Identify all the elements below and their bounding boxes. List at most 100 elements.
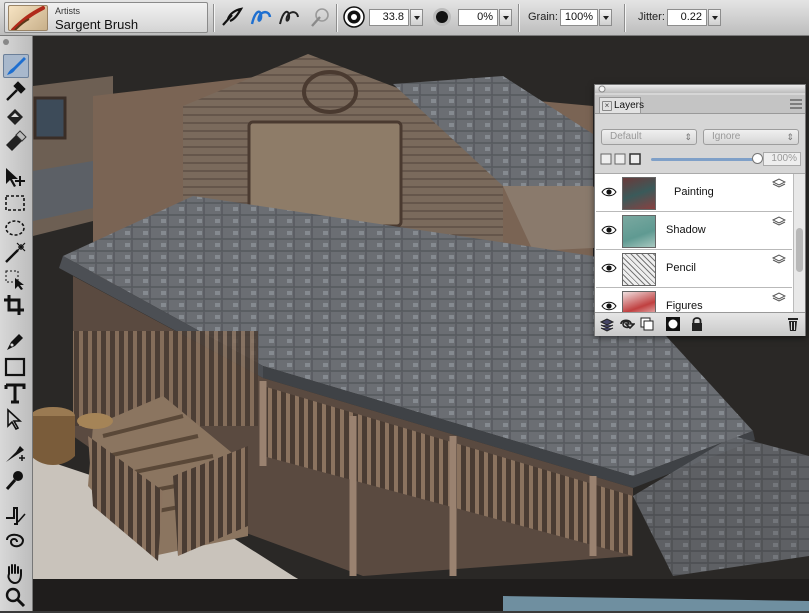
transform-tool[interactable] [3,268,29,292]
lasso-tool[interactable] [3,218,29,242]
brush-selector[interactable]: Artists Sargent Brush [4,2,208,33]
grain-label: Grain: [528,11,558,23]
layer-row[interactable]: Figures [596,288,792,312]
toolbox-grip-icon [3,39,9,45]
grabber-tool[interactable] [3,562,29,586]
eraser-icon [6,130,27,151]
brush-category-icon [8,5,48,31]
shape-selection-tool[interactable] [3,408,29,432]
layer-thumbnail [622,291,656,312]
lock-layer-icon[interactable] [689,316,705,332]
layer-name: Shadow [666,224,706,236]
opacity-slider-thumb[interactable] [751,153,763,164]
size-dropdown[interactable] [410,9,423,26]
layer-adjuster-tool[interactable] [3,166,29,190]
rectangle-shape-tool[interactable] [3,356,29,380]
layer-thumbnail [622,177,656,210]
rubber-stamp-tool[interactable] [3,468,29,492]
layer-mask-icon[interactable] [665,316,681,332]
jitter-dropdown[interactable] [708,9,721,26]
separator [213,4,215,32]
composite-depth-select[interactable]: Ignore [703,129,799,145]
min-size-dropdown[interactable] [499,9,512,26]
text-icon [4,383,26,404]
separator [336,4,338,32]
layer-thumbnail [622,215,656,248]
pen-icon [7,334,23,350]
reset-tool-icon[interactable] [308,5,332,29]
rectangle-select-tool[interactable] [3,192,29,216]
magnifier-tool[interactable] [3,586,29,610]
grain-field[interactable]: 100% [560,9,598,26]
burn-icon [6,533,25,548]
separator [518,4,520,32]
freehand-stroke-icon[interactable] [249,5,273,29]
brush-ghost-icon[interactable] [220,5,244,29]
rubber-stamp-icon [5,471,23,490]
layer-adjuster-icon [6,168,25,187]
crop-tool[interactable] [3,294,29,318]
dodge-icon [6,507,26,525]
layer-list: Painting Shadow Pencil Figures [595,173,805,312]
panel-titlebar[interactable] [595,85,805,93]
panel-close-dot-icon[interactable] [598,85,606,93]
magic-wand-icon [5,242,26,263]
min-size-icon [433,8,451,26]
tab-layers[interactable]: × Layers [599,97,645,113]
panel-menu-icon[interactable] [789,98,803,110]
tab-close-icon[interactable]: × [602,101,612,111]
layer-row[interactable]: Painting [596,174,792,212]
composite-stack-icon [772,216,786,226]
cloner-tool[interactable] [3,442,29,466]
layer-list-scrollbar[interactable] [793,174,805,312]
size-icon [343,6,365,28]
brush-icon [7,57,26,75]
layer-lock-options-icon[interactable] [600,152,644,166]
min-size-field[interactable]: 0% [458,9,498,26]
layer-name: Figures [666,300,703,312]
layer-row[interactable]: Pencil [596,250,792,288]
opacity-field[interactable]: 100% [763,152,801,166]
rectangle-select-icon [5,195,25,211]
transform-icon [5,270,24,290]
layers-panel: × Layers Default Ignore 100% Painting Sh… [594,84,806,336]
scrollbar-thumb[interactable] [796,228,803,272]
pen-tool[interactable] [3,330,29,354]
tab-layers-label: Layers [614,100,645,111]
paint-bucket-icon [7,109,23,125]
layer-row[interactable]: Shadow [596,212,792,250]
layer-commands-icon[interactable] [599,316,615,332]
brush-category-label: Artists [55,6,81,16]
dodge-tool[interactable] [3,504,29,528]
shape-selection-icon [7,408,23,431]
straight-line-stroke-icon[interactable] [277,5,301,29]
jitter-label: Jitter: [638,11,665,23]
brush-tool[interactable] [3,54,29,78]
brush-variant-label: Sargent Brush [55,17,139,32]
property-bar: Artists Sargent Brush 33.8 0% Grain: 100… [0,0,809,36]
opacity-slider-track[interactable] [651,158,757,161]
visibility-eye-icon[interactable] [601,300,617,312]
visibility-eye-icon[interactable] [601,262,617,274]
dynamic-plugins-icon[interactable] [619,316,635,332]
separator [624,4,626,32]
layer-thumbnail [622,253,656,286]
size-field[interactable]: 33.8 [369,9,409,26]
visibility-eye-icon[interactable] [601,186,617,198]
trash-icon[interactable] [785,316,801,332]
dropper-tool[interactable] [3,80,29,104]
burn-tool[interactable] [3,530,29,554]
paint-bucket-tool[interactable] [3,106,29,130]
magic-wand-tool[interactable] [3,242,29,266]
composite-method-select[interactable]: Default [601,129,697,145]
composite-stack-icon [772,254,786,264]
text-tool[interactable] [3,382,29,406]
eraser-tool[interactable] [3,130,29,154]
crop-icon [4,295,24,315]
cloner-icon [6,446,25,462]
grain-dropdown[interactable] [599,9,612,26]
visibility-eye-icon[interactable] [601,224,617,236]
layers-footer [595,312,805,336]
new-layer-icon[interactable] [639,316,655,332]
jitter-field[interactable]: 0.22 [667,9,707,26]
